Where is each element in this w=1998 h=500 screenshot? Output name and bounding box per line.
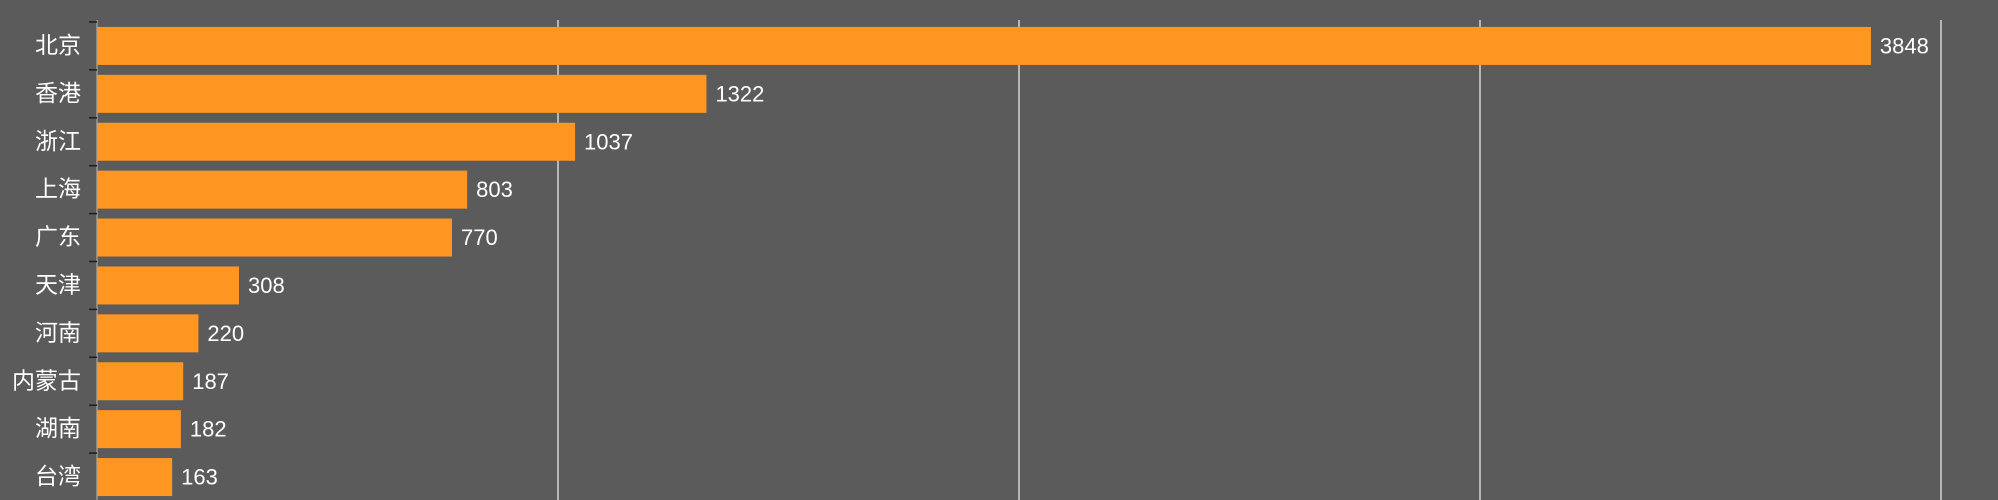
bar-2 — [97, 122, 576, 161]
category-label: 北京 — [35, 33, 81, 59]
bar-4 — [97, 218, 452, 257]
value-label: 1037 — [584, 129, 633, 154]
category-label: 内蒙古 — [12, 368, 81, 394]
bar-chart: 北京 3848 香港 1322 浙江 1037 上海 803 广东 770 天津 308 河南 220 内蒙… — [0, 0, 1998, 500]
category-label: 浙江 — [35, 129, 81, 155]
bar-3 — [97, 170, 468, 209]
bar-1 — [97, 74, 707, 113]
category-label: 天津 — [35, 272, 81, 298]
value-label: 163 — [181, 465, 218, 490]
bars — [97, 26, 1871, 497]
category-label: 上海 — [35, 177, 81, 203]
value-label: 803 — [476, 177, 513, 202]
value-label: 220 — [207, 321, 244, 346]
category-label: 台湾 — [35, 464, 81, 490]
value-label: 187 — [192, 369, 229, 394]
category-label: 广东 — [35, 225, 81, 251]
value-label: 3848 — [1880, 33, 1929, 58]
category-label: 湖南 — [35, 416, 81, 442]
value-label: 770 — [461, 225, 498, 250]
category-label: 河南 — [35, 320, 81, 346]
bar-5 — [97, 266, 239, 305]
bar-0 — [97, 26, 1871, 65]
value-label: 308 — [248, 273, 285, 298]
value-label: 1322 — [715, 81, 764, 106]
bar-8 — [97, 410, 181, 449]
category-label: 香港 — [35, 81, 81, 107]
bar-6 — [97, 314, 199, 353]
bar-9 — [97, 458, 173, 497]
value-label: 182 — [190, 417, 227, 442]
bar-7 — [97, 362, 184, 401]
